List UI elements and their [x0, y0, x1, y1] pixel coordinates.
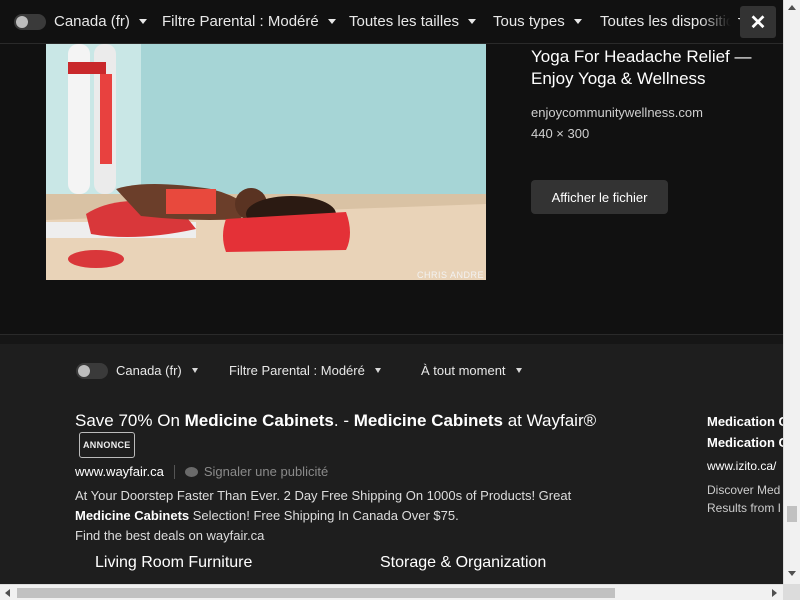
side-ad-url[interactable]: www.izito.ca/ — [707, 459, 783, 473]
ad-desc-part: Selection! Free Shipping In Canada Over … — [189, 508, 459, 523]
safe-search-filter-label: Filtre Parental : Modéré — [162, 13, 319, 30]
report-ad-label: Signaler une publicité — [203, 464, 329, 479]
ad-result: Save 70% On Medicine Cabinets. - Medicin… — [75, 410, 635, 546]
ad-title-keyword: Medicine Cabinets — [353, 411, 503, 430]
view-file-button[interactable]: Afficher le fichier — [531, 180, 668, 214]
scroll-up-arrow-icon[interactable] — [788, 5, 796, 10]
close-button[interactable]: ✕ — [740, 6, 776, 38]
toggle-knob — [78, 365, 90, 377]
results-time-label: À tout moment — [421, 363, 506, 378]
preview-image[interactable]: CHRIS ANDRE — [46, 44, 486, 280]
ad-desc-line: Find the best deals on wayfair.ca — [75, 528, 265, 543]
ad-title-part: . - — [333, 411, 354, 430]
vertical-scroll-thumb[interactable] — [787, 506, 797, 522]
meta-separator — [173, 464, 175, 479]
side-ad-desc-line: Results from I — [707, 501, 782, 515]
preview-source[interactable]: enjoycommunitywellness.com — [531, 105, 761, 120]
results-time-filter[interactable]: À tout moment — [421, 363, 522, 378]
results-area: Canada (fr) Filtre Parental : Modéré À t… — [0, 344, 783, 584]
chevron-down-icon — [327, 19, 336, 24]
ad-title[interactable]: Save 70% On Medicine Cabinets. - Medicin… — [75, 410, 635, 458]
image-credit: CHRIS ANDRE — [416, 270, 484, 280]
yoga-photo-illustration — [46, 44, 486, 280]
scroll-right-arrow-icon[interactable] — [772, 589, 777, 597]
size-filter[interactable]: Toutes les tailles — [349, 13, 477, 30]
chevron-down-icon — [468, 19, 477, 24]
region-filter-label: Canada (fr) — [54, 13, 130, 30]
safe-search-filter[interactable]: Filtre Parental : Modéré — [162, 13, 336, 30]
horizontal-scroll-thumb[interactable] — [17, 588, 615, 598]
overlay-filter-bar: Canada (fr) Filtre Parental : Modéré Tou… — [0, 0, 783, 44]
ad-desc-line: At Your Doorstep Faster Than Ever. 2 Day… — [75, 488, 572, 503]
chevron-down-icon — [515, 368, 522, 373]
scroll-left-arrow-icon[interactable] — [5, 589, 10, 597]
results-safe-search-filter[interactable]: Filtre Parental : Modéré — [229, 363, 381, 378]
ad-title-keyword: Medicine Cabinets — [184, 411, 334, 430]
close-icon: ✕ — [749, 11, 767, 34]
sitelink-living-room[interactable]: Living Room Furniture — [95, 554, 252, 572]
size-filter-label: Toutes les tailles — [349, 13, 460, 30]
results-region-label: Canada (fr) — [116, 363, 182, 378]
scroll-down-arrow-icon[interactable] — [788, 571, 796, 576]
side-ad-desc: Discover Med Results from I — [707, 481, 783, 517]
ad-url[interactable]: www.wayfair.ca — [75, 464, 164, 479]
ad-title-part: Save 70% On — [75, 411, 185, 430]
type-filter-label: Tous types — [493, 13, 565, 30]
chevron-down-icon — [191, 368, 198, 373]
ad-title-part: at Wayfair® — [503, 411, 597, 430]
vertical-scrollbar[interactable] — [783, 0, 800, 584]
chevron-down-icon — [138, 19, 147, 24]
ad-meta: www.wayfair.ca Signaler une publicité — [75, 464, 635, 479]
side-ad-title[interactable]: Medication C — [707, 432, 783, 453]
horizontal-scrollbar[interactable] — [0, 584, 783, 600]
type-filter[interactable]: Tous types — [493, 13, 582, 30]
report-ad-link[interactable]: Signaler une publicité — [184, 464, 329, 479]
region-toggle[interactable] — [14, 14, 46, 30]
filter-bar-fade — [700, 0, 738, 43]
chevron-down-icon — [374, 368, 381, 373]
region-filter[interactable]: Canada (fr) — [54, 13, 147, 30]
preview-dimensions: 440 × 300 — [531, 126, 590, 141]
scrollbar-corner — [783, 584, 800, 600]
chevron-down-icon — [573, 19, 582, 24]
ad-description: At Your Doorstep Faster Than Ever. 2 Day… — [75, 486, 635, 546]
side-ad-desc-line: Discover Med — [707, 483, 781, 497]
side-ad: Medication C Medication C www.izito.ca/ … — [707, 411, 783, 517]
results-region-toggle[interactable] — [76, 363, 108, 379]
ad-desc-keyword: Medicine Cabinets — [75, 508, 190, 523]
preview-info: Yoga For Headache Relief — Enjoy Yoga & … — [531, 46, 761, 141]
toggle-knob — [16, 16, 28, 28]
results-safe-search-label: Filtre Parental : Modéré — [229, 363, 365, 378]
page: Canada (fr) Filtre Parental : Modéré Tou… — [0, 0, 800, 600]
image-preview-panel: CHRIS ANDRE Yoga For Headache Relief — E… — [0, 44, 783, 334]
view-file-label: Afficher le fichier — [551, 189, 648, 205]
section-divider — [0, 334, 783, 344]
ad-badge: ANNONCE — [79, 432, 135, 458]
side-ad-title[interactable]: Medication C — [707, 411, 783, 432]
results-region-filter[interactable]: Canada (fr) — [116, 363, 198, 378]
sitelink-storage[interactable]: Storage & Organization — [380, 554, 546, 572]
preview-title[interactable]: Yoga For Headache Relief — Enjoy Yoga & … — [531, 46, 761, 90]
speech-bubble-icon — [184, 466, 198, 477]
ad-desc-line: Medicine Cabinets Selection! Free Shippi… — [75, 506, 635, 526]
